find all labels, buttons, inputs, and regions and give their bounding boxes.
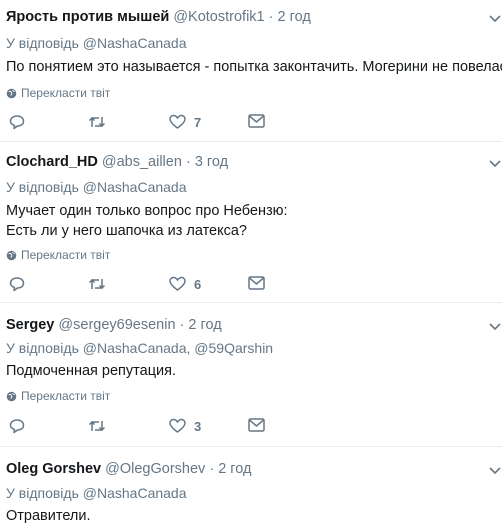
reply-icon [9,419,25,434]
reply-context: У відповідь @NashaCanada, @59Qarshin [6,339,273,357]
reply-to-link[interactable]: @NashaCanada, @59Qarshin [83,340,273,356]
envelope-icon [248,276,265,290]
separator-dot: · [268,9,274,25]
tweet-text: Мучает один только вопрос про Небензю: Е… [6,201,288,241]
tweet-text-line: Подмоченная репутация. [6,363,176,379]
reply-to-link[interactable]: @NashaCanada [83,485,187,501]
reply-to-link[interactable]: @NashaCanada [83,35,187,51]
reply-prefix: У відповідь [6,179,79,195]
tweet-header: Oleg Gorshev @OlegGorshev · 2 год [6,460,251,478]
reply-prefix: У відповідь [6,340,79,356]
author-name[interactable]: Clochard_HD [6,154,98,170]
retweet-icon [88,278,106,290]
chevron-down-icon[interactable] [488,159,502,169]
tweet-text: Подмоченная репутация. [6,361,176,381]
direct-message-button[interactable] [248,114,265,128]
timestamp[interactable]: 2 год [278,9,311,25]
tweet-text-line: По понятием это называется - попытка зак… [6,59,502,75]
author-name[interactable]: Oleg Gorshev [6,461,101,477]
tweet-text-line: Отравители. [6,508,91,524]
timestamp[interactable]: 2 год [188,317,221,333]
author-name[interactable]: Sergey [6,317,54,333]
heart-icon [169,114,186,129]
chevron-down-icon[interactable] [488,466,502,476]
tweet-actions: 6 [0,276,300,298]
author-handle[interactable]: @abs_aillen [102,154,182,170]
heart-icon [169,276,186,291]
direct-message-button[interactable] [248,418,265,432]
separator-dot: · [185,154,191,170]
globe-icon [6,391,17,401]
retweet-button[interactable] [88,276,106,292]
reply-icon [9,115,25,130]
direct-message-button[interactable] [248,276,265,290]
like-button[interactable]: 3 [169,418,201,434]
tweet-text: По понятием это называется - попытка зак… [6,57,502,77]
like-count: 6 [194,276,202,292]
reply-to-link[interactable]: @NashaCanada [83,179,187,195]
like-count: 3 [194,418,202,434]
like-count: 7 [194,114,202,130]
tweet-header: Sergey @sergey69esenin · 2 год [6,316,222,334]
author-name[interactable]: Ярость против мышей [6,9,169,25]
like-button[interactable]: 6 [169,276,201,292]
reply-prefix: У відповідь [6,35,79,51]
timestamp[interactable]: 2 год [218,461,251,477]
reply-context: У відповідь @NashaCanada [6,484,187,502]
retweet-button[interactable] [88,114,106,130]
like-button[interactable]: 7 [169,114,201,130]
author-handle[interactable]: @sergey69esenin [58,317,175,333]
heart-icon [169,418,186,433]
chevron-down-icon[interactable] [488,322,502,332]
tweet-actions: 7 [0,114,300,136]
tweet-card[interactable]: Clochard_HD @abs_aillen · 3 год У відпов… [0,142,502,303]
envelope-icon [248,114,265,128]
tweet-text-line: Мучает один только вопрос про Небензю: [6,203,288,219]
translate-tweet-link[interactable]: Перекласти твіт [6,86,110,100]
separator-dot: · [179,317,185,333]
retweet-icon [88,116,106,128]
globe-icon [6,88,17,98]
reply-button[interactable] [9,114,25,130]
reply-context: У відповідь @NashaCanada [6,178,187,196]
retweet-icon [88,420,106,432]
tweet-text-line: Есть ли у него шапочка из латекса? [6,223,247,239]
envelope-icon [248,418,265,432]
reply-button[interactable] [9,418,25,434]
translate-label: Перекласти твіт [21,248,111,262]
timestamp[interactable]: 3 год [195,154,228,170]
tweet-header: Ярость против мышей @Kotostrofik1 · 2 го… [6,8,311,26]
separator-dot: · [209,461,215,477]
chevron-down-icon[interactable] [488,14,502,24]
globe-icon [6,250,17,260]
translate-tweet-link[interactable]: Перекласти твіт [6,248,110,262]
author-handle[interactable]: @OlegGorshev [105,461,205,477]
reply-button[interactable] [9,276,25,292]
tweet-card[interactable]: Oleg Gorshev @OlegGorshev · 2 год У відп… [0,447,502,526]
translate-label: Перекласти твіт [21,389,111,403]
tweet-header: Clochard_HD @abs_aillen · 3 год [6,153,228,171]
reply-prefix: У відповідь [6,485,79,501]
translate-tweet-link[interactable]: Перекласти твіт [6,389,110,403]
tweet-text: Отравители. [6,506,91,526]
retweet-button[interactable] [88,418,106,434]
author-handle[interactable]: @Kotostrofik1 [173,9,264,25]
tweet-actions: 3 [0,418,300,440]
reply-context: У відповідь @NashaCanada [6,34,187,52]
translate-label: Перекласти твіт [21,86,111,100]
tweet-card[interactable]: Sergey @sergey69esenin · 2 год У відпові… [0,303,502,447]
reply-icon [9,277,25,292]
tweet-card[interactable]: Ярость против мышей @Kotostrofik1 · 2 го… [0,0,502,142]
